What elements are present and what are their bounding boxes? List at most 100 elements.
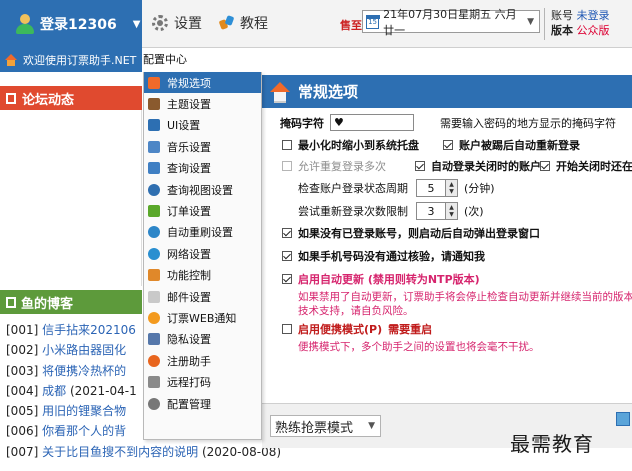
- mask-input[interactable]: ♥: [330, 114, 414, 131]
- menu-item-music[interactable]: 音乐设置: [144, 136, 261, 157]
- forum-content: [0, 110, 142, 286]
- retry-unit: (次): [464, 205, 484, 218]
- menu-item-feature-control[interactable]: 功能控制: [144, 265, 261, 286]
- blog-item-index: [007]: [6, 444, 39, 459]
- menu-item-network[interactable]: 网络设置: [144, 243, 261, 264]
- phone-reminder-checkbox[interactable]: [282, 251, 292, 261]
- pane-header: 常规选项: [262, 75, 632, 108]
- tutorial-button[interactable]: 教程: [218, 13, 268, 33]
- general-settings-pane: 常规选项 掩码字符 ♥ 需要输入密码的地方显示的掩码字符 最小化时缩小到系统托盘…: [262, 72, 632, 402]
- minimize-tray-checkbox[interactable]: [282, 140, 292, 150]
- menu-item-label: 配置管理: [167, 397, 211, 411]
- popup-login-checkbox[interactable]: [282, 228, 292, 238]
- menu-item-label: 网络设置: [167, 247, 211, 261]
- web-icon: [148, 311, 160, 324]
- menu-item-label: 音乐设置: [167, 140, 211, 154]
- retry-input[interactable]: 3: [416, 202, 446, 220]
- corner-app-icon: [616, 412, 630, 426]
- account-label: 账号: [551, 9, 573, 22]
- auto-relogin-option[interactable]: 账户被踢后自动重新登录: [443, 137, 580, 153]
- grab-mode-select[interactable]: 熟练抢票模式 ▼: [270, 415, 381, 437]
- stepper-down-icon[interactable]: ▼: [449, 211, 454, 218]
- tutorial-icon: [218, 15, 234, 31]
- version-value: 公众版: [576, 24, 610, 37]
- popup-login-option[interactable]: 如果没有已登录账号，则启动后自动弹出登录窗口: [282, 225, 540, 241]
- portable-mode-note: 便携模式下，多个助手之间的设置也将会毫不干扰。: [298, 341, 540, 353]
- phone-reminder-option[interactable]: 如果手机号码没有通过核验，请通知我: [282, 248, 485, 264]
- monitor-icon: [148, 119, 160, 132]
- stepper-down-icon[interactable]: ▼: [449, 188, 454, 195]
- blog-item-title[interactable]: 将便携冷热杯的: [42, 364, 126, 378]
- menu-item-query[interactable]: 查询设置: [144, 158, 261, 179]
- menu-item-label: 查询设置: [167, 162, 211, 176]
- auto-update-option[interactable]: 启用自动更新 (禁用则转为NTP版本): [282, 271, 480, 287]
- check-interval-input[interactable]: 5: [416, 179, 446, 197]
- menu-item-label: 远程打码: [167, 376, 211, 390]
- sale-date-select[interactable]: 15 21年07月30日星期五 六月廿一 ▼: [362, 8, 540, 37]
- retry-stepper[interactable]: ▲ ▼: [446, 202, 458, 220]
- menu-item-register[interactable]: 注册助手: [144, 350, 261, 371]
- allow-repeat-login-checkbox[interactable]: [282, 161, 292, 171]
- menu-item-auto-refresh[interactable]: 自动重刷设置: [144, 222, 261, 243]
- menu-item-web-notify[interactable]: 订票WEB通知: [144, 307, 261, 328]
- config-menu: 常规选项 主题设置 UI设置 音乐设置 查询设置 查询视图设置 订单设置 自动重…: [143, 72, 262, 440]
- auto-start-checkbox[interactable]: [540, 161, 550, 171]
- cart-icon: [148, 205, 160, 218]
- forum-title: 论坛动态: [22, 92, 75, 108]
- blog-title: 鱼的博客: [21, 296, 74, 312]
- auto-login-closed-option[interactable]: 自动登录关闭时的账户: [415, 158, 541, 174]
- login-label: 登录12306: [40, 17, 117, 33]
- blog-item-title[interactable]: 你看那个人的背: [42, 424, 126, 438]
- portable-mode-option[interactable]: 启用便携模式(P) 需要重启: [282, 321, 432, 337]
- list-icon: [148, 162, 160, 175]
- blog-item-date: (2021-04-1: [69, 383, 137, 398]
- house-icon: [270, 81, 290, 103]
- blog-item-title[interactable]: 小米路由器固化: [42, 343, 126, 357]
- menu-item-config-manage[interactable]: 配置管理: [144, 393, 261, 414]
- stepper-up-icon[interactable]: ▲: [449, 204, 454, 211]
- auto-relogin-label: 账户被踢后自动重新登录: [459, 139, 580, 152]
- blog-item-title[interactable]: 成都: [42, 384, 66, 398]
- menu-item-theme[interactable]: 主题设置: [144, 93, 261, 114]
- auto-update-checkbox[interactable]: [282, 274, 292, 284]
- auto-login-closed-checkbox[interactable]: [415, 161, 425, 171]
- blog-header: 鱼的博客: [0, 290, 142, 314]
- stepper-up-icon[interactable]: ▲: [449, 181, 454, 188]
- check-interval-unit: (分钟): [464, 182, 495, 195]
- mask-hint: 需要输入密码的地方显示的掩码字符: [440, 116, 616, 130]
- menu-item-ui[interactable]: UI设置: [144, 115, 261, 136]
- auto-relogin-checkbox[interactable]: [443, 140, 453, 150]
- menu-item-mail[interactable]: 邮件设置: [144, 286, 261, 307]
- menu-item-general[interactable]: 常规选项: [144, 72, 261, 94]
- blog-item-index: [005]: [6, 404, 39, 419]
- allow-repeat-login-option[interactable]: 允许重复登录多次: [282, 158, 386, 174]
- minimize-tray-option[interactable]: 最小化时缩小到系统托盘: [282, 137, 419, 153]
- blog-item-title[interactable]: 用旧的锂聚合物: [42, 404, 126, 418]
- settings-label: 设置: [174, 16, 202, 32]
- menu-item-order[interactable]: 订单设置: [144, 200, 261, 221]
- chevron-down-icon: ▼: [368, 421, 375, 431]
- portable-mode-checkbox[interactable]: [282, 324, 292, 334]
- menu-item-remote-captcha[interactable]: 远程打码: [144, 371, 261, 392]
- menu-item-label: UI设置: [167, 119, 201, 133]
- menu-item-privacy[interactable]: 隐私设置: [144, 329, 261, 350]
- popup-login-label: 如果没有已登录账号，则启动后自动弹出登录窗口: [298, 227, 540, 240]
- login-chevron-down-icon[interactable]: ▼: [133, 19, 141, 30]
- umbrella-icon: [148, 333, 160, 346]
- login-button[interactable]: 登录12306 ▼: [0, 0, 142, 48]
- blog-item-title[interactable]: 信手拈来202106: [42, 323, 136, 337]
- portable-restart-label: 需要重启: [388, 323, 433, 336]
- brush-icon: [148, 98, 160, 111]
- auto-start-option[interactable]: 开始关闭时还在运: [540, 158, 632, 174]
- blog-item-title[interactable]: 关于比目鱼搜不到内容的说明: [42, 445, 198, 459]
- menu-item-query-view[interactable]: 查询视图设置: [144, 179, 261, 200]
- user-login-icon: [14, 13, 36, 35]
- settings-button[interactable]: 设置: [152, 13, 202, 33]
- menu-item-label: 注册助手: [167, 354, 211, 368]
- mask-row: 掩码字符 ♥ 需要输入密码的地方显示的掩码字符: [280, 114, 616, 131]
- gear-icon: [152, 15, 168, 31]
- pane-title: 常规选项: [298, 83, 359, 101]
- controls-icon: [148, 269, 160, 282]
- check-interval-stepper[interactable]: ▲ ▼: [446, 179, 458, 197]
- account-value[interactable]: 未登录: [577, 9, 610, 22]
